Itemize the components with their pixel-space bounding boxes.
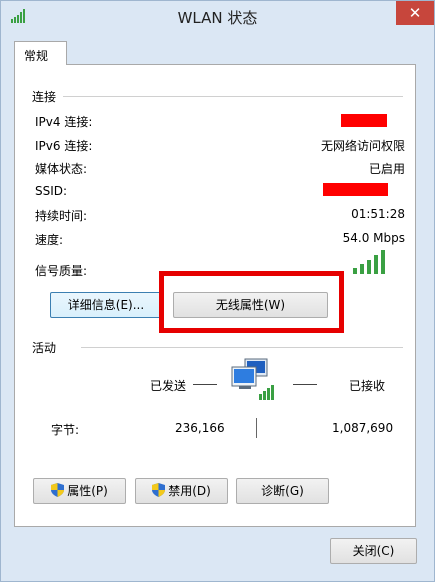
speed-label: 速度: [35,233,64,247]
details-button[interactable]: 详细信息(E)... [50,292,162,318]
media-state-value: 已启用 [368,162,405,176]
tab-general-label: 常规 [24,49,49,63]
ipv6-value: 无网络访问权限 [320,139,405,153]
ipv6-label: IPv6 连接: [35,139,93,153]
sent-line [193,384,217,385]
duration-label: 持续时间: [35,209,88,223]
diagnose-button[interactable]: 诊断(G) [236,478,329,504]
bytes-sent-value: 236,166 [175,421,225,435]
ipv4-label: IPv4 连接: [35,115,93,129]
uac-shield-icon [51,483,65,497]
sent-label: 已发送 [150,379,187,393]
network-computers-icon [231,358,274,400]
properties-button-label: 属性(P) [67,484,108,498]
wlan-status-window: WLAN 状态 ✕ 常规 连接 IPv4 连接: IPv6 连接: 无网络访问权… [0,0,435,582]
ipv4-value-redacted [341,114,387,127]
speed-value: 54.0 Mbps [342,231,405,245]
window-title: WLAN 状态 [177,9,258,27]
bytes-separator [256,418,257,438]
received-line [293,384,317,385]
close-window-button[interactable]: ✕ [396,1,434,25]
disable-button[interactable]: 禁用(D) [135,478,228,504]
disable-button-label: 禁用(D) [168,484,211,498]
highlight-annotation [159,271,344,333]
tab-general[interactable]: 常规 [14,41,67,65]
signal-strength-icon [353,250,385,274]
activity-section-label: 活动 [32,341,57,355]
titlebar[interactable]: WLAN 状态 ✕ [1,1,434,33]
connection-divider [63,96,403,97]
close-button[interactable]: 关闭(C) [330,538,417,564]
bytes-received-value: 1,087,690 [332,421,394,435]
ssid-value-redacted [323,183,388,196]
close-icon: ✕ [408,4,422,22]
signal-quality-label: 信号质量: [35,264,88,278]
ssid-label: SSID: [35,184,68,198]
duration-value: 01:51:28 [351,207,405,221]
media-state-label: 媒体状态: [35,162,88,176]
bytes-label: 字节: [51,423,80,437]
received-label: 已接收 [349,379,386,393]
properties-button[interactable]: 属性(P) [33,478,126,504]
activity-divider [81,347,403,348]
uac-shield-icon [152,483,166,497]
connection-section-label: 连接 [32,90,57,104]
